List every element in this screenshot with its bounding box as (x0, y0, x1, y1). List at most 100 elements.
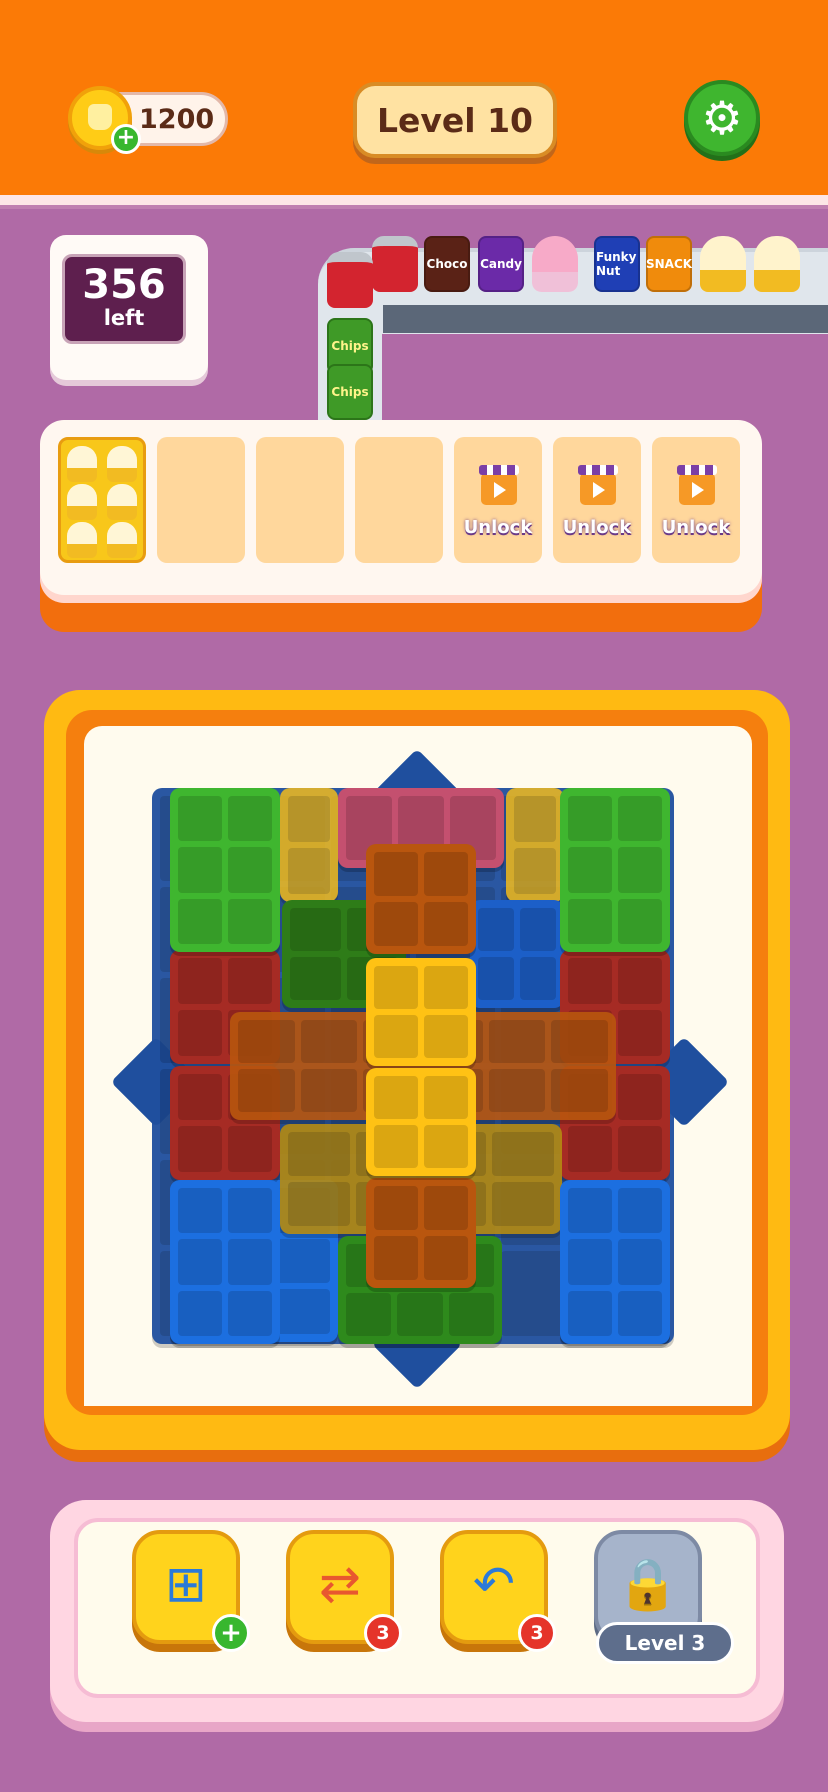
block-cell (228, 898, 272, 944)
block-cell (300, 1069, 358, 1112)
block-cell (424, 1236, 468, 1280)
block-cell (424, 1186, 468, 1230)
block-cell (288, 848, 330, 894)
block-brown[interactable] (366, 1178, 476, 1288)
remaining-counter: 356 left (62, 254, 186, 344)
block-cell (374, 1236, 418, 1280)
slot-empty[interactable] (355, 437, 443, 563)
block-cell (618, 1290, 662, 1336)
remaining-count: 356 (82, 262, 166, 308)
block-cell (568, 796, 612, 842)
block-cell (290, 957, 341, 1000)
block-cell (178, 796, 222, 842)
block-yellow[interactable] (280, 788, 338, 902)
block-cell (228, 1290, 272, 1336)
block-cell (228, 1188, 272, 1234)
undo-button[interactable]: ↶ 3 (440, 1530, 556, 1652)
top-bar-divider (0, 195, 828, 209)
block-cell (228, 847, 272, 893)
coin-amount: 1200 (139, 104, 215, 135)
cupcake-icon (67, 522, 97, 558)
block-cell (424, 852, 468, 896)
locked-booster-label: Level 3 (596, 1622, 734, 1664)
block-cell (618, 958, 662, 1004)
block-cell (514, 796, 556, 842)
block-cell (178, 1010, 222, 1056)
slot-filled[interactable] (58, 437, 146, 563)
cupcake-icon (107, 446, 137, 482)
settings-button[interactable]: ⚙ (684, 80, 760, 156)
block-cell (618, 1188, 662, 1234)
block-cell (228, 1239, 272, 1285)
cupcake-icon (107, 484, 137, 520)
shuffle-button[interactable]: ⇄ 3 (286, 1530, 402, 1652)
block-cell (228, 796, 272, 842)
conveyor-item-bag: Candy (478, 236, 524, 292)
block-cell (178, 1074, 222, 1120)
block-cell (520, 957, 556, 1000)
block-cell (374, 1015, 418, 1058)
shuffle-icon: ⇄ (319, 1555, 361, 1613)
block-yellow[interactable] (506, 788, 564, 902)
block-cell (238, 1069, 295, 1112)
undo-count-badge: 3 (518, 1614, 556, 1652)
block-cell (520, 908, 556, 951)
block-brown[interactable] (366, 844, 476, 954)
cupcake-icon (107, 522, 137, 558)
block-cell (618, 1074, 662, 1120)
block-cell (568, 1126, 612, 1172)
slot-locked[interactable]: Unlock (553, 437, 641, 563)
shuffle-count-badge: 3 (364, 1614, 402, 1652)
block-blue[interactable] (170, 1180, 280, 1344)
slot-locked[interactable]: Unlock (652, 437, 740, 563)
add-slot-button[interactable]: ⊞ + (132, 1530, 250, 1652)
add-coins-icon[interactable]: + (111, 124, 141, 154)
block-cell (568, 1239, 612, 1285)
block-cell (178, 958, 222, 1004)
unlock-label: Unlock (562, 517, 632, 538)
block-cell (238, 1020, 295, 1063)
block-cell (290, 908, 341, 951)
block-cell (178, 847, 222, 893)
block-cell (374, 1186, 418, 1230)
block-yellow[interactable] (366, 1068, 476, 1176)
block-green[interactable] (170, 788, 280, 952)
block-cell (424, 1015, 468, 1058)
block-cell (551, 1069, 608, 1112)
block-cell (618, 1239, 662, 1285)
block-cell (568, 1290, 612, 1336)
conveyor-item-bag: Choco (424, 236, 470, 292)
block-cell (568, 898, 612, 944)
block-cell (568, 847, 612, 893)
conveyor-rail (383, 305, 828, 333)
block-cell (374, 852, 418, 896)
block-cell (424, 1125, 468, 1168)
block-cell (424, 1076, 468, 1119)
block-cell (178, 1290, 222, 1336)
block-cell (488, 1069, 546, 1112)
slot-empty[interactable] (256, 437, 344, 563)
block-cell (618, 796, 662, 842)
block-cell (568, 958, 612, 1004)
block-cell (228, 1126, 272, 1172)
conveyor-item-can (372, 236, 418, 292)
block-cell (618, 1010, 662, 1056)
slot-empty[interactable] (157, 437, 245, 563)
block-cell (374, 1125, 418, 1168)
block-blue[interactable] (560, 1180, 670, 1344)
block-green[interactable] (560, 788, 670, 952)
conveyor-item-chips: Chips (327, 364, 373, 420)
block-cell (568, 1188, 612, 1234)
block-blue[interactable] (470, 900, 564, 1008)
block-cell (178, 898, 222, 944)
block-cell (492, 1132, 554, 1176)
block-cell (424, 902, 468, 946)
block-cell (178, 1126, 222, 1172)
slot-locked[interactable]: Unlock (454, 437, 542, 563)
block-cell (374, 902, 418, 946)
block-cell (448, 1293, 494, 1336)
block-cell (618, 898, 662, 944)
block-cell (618, 1126, 662, 1172)
block-yellow[interactable] (366, 958, 476, 1066)
padlock-icon: 🔒 (616, 1555, 680, 1613)
